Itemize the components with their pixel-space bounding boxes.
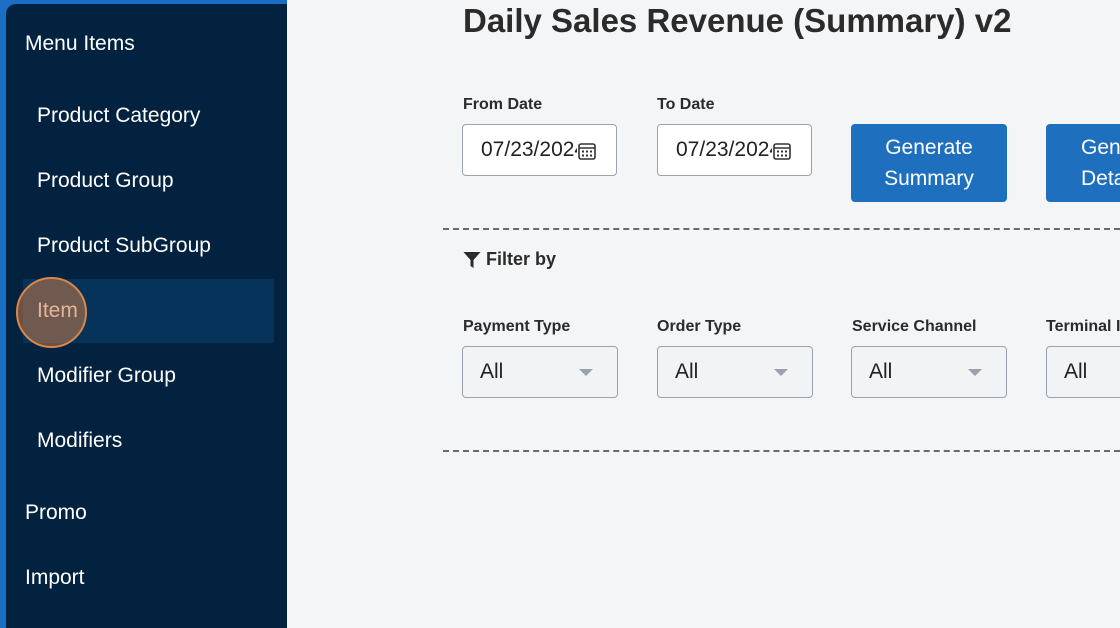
chevron-down-icon bbox=[579, 369, 593, 376]
divider bbox=[443, 450, 1120, 452]
service-channel-select[interactable]: All bbox=[851, 346, 1007, 398]
from-date-input[interactable]: 07/23/2024 bbox=[462, 124, 617, 176]
sidebar-item-modifiers[interactable]: Modifiers bbox=[6, 409, 287, 473]
sidebar-item-label: Promo bbox=[25, 501, 87, 524]
sidebar-item-product-category[interactable]: Product Category bbox=[6, 84, 287, 148]
service-channel-label: Service Channel bbox=[852, 318, 977, 335]
page-title: Daily Sales Revenue (Summary) v2 bbox=[463, 2, 1012, 39]
terminal-id-select[interactable]: All bbox=[1046, 346, 1120, 398]
filter-icon bbox=[463, 251, 481, 268]
filter-heading-label: Filter by bbox=[486, 249, 557, 269]
to-date-value: 07/23/2024 bbox=[676, 138, 772, 161]
generate-detail-button[interactable]: Generate Detail bbox=[1046, 124, 1120, 202]
to-date-label: To Date bbox=[657, 96, 715, 113]
from-date-label: From Date bbox=[463, 96, 543, 113]
sidebar: Menu Items Product Category Product Grou… bbox=[6, 4, 287, 628]
payment-type-select[interactable]: All bbox=[462, 346, 618, 398]
sidebar-item-label: Item bbox=[37, 299, 78, 322]
order-type-select[interactable]: All bbox=[657, 346, 813, 398]
sidebar-item-label: Product SubGroup bbox=[37, 234, 211, 257]
chevron-down-icon bbox=[968, 369, 982, 376]
order-type-value: All bbox=[675, 360, 699, 383]
sidebar-item-product-subgroup[interactable]: Product SubGroup bbox=[6, 214, 287, 278]
calendar-icon[interactable] bbox=[578, 142, 596, 160]
service-channel-value: All bbox=[869, 360, 893, 383]
sidebar-item-promo[interactable]: Promo bbox=[6, 481, 287, 545]
sidebar-item-label: Product Category bbox=[37, 104, 201, 127]
sidebar-item-modifier-group[interactable]: Modifier Group bbox=[6, 344, 287, 408]
payment-type-value: All bbox=[480, 360, 504, 383]
from-date-value: 07/23/2024 bbox=[481, 138, 577, 161]
generate-summary-button[interactable]: Generate Summary bbox=[851, 124, 1007, 202]
sidebar-item-label: Menu Items bbox=[25, 32, 135, 55]
order-type-label: Order Type bbox=[657, 318, 742, 335]
sidebar-item-item[interactable]: Item bbox=[23, 279, 274, 343]
sidebar-item-product-group[interactable]: Product Group bbox=[6, 149, 287, 213]
sidebar-item-menu-items[interactable]: Menu Items bbox=[6, 12, 287, 76]
divider bbox=[443, 228, 1120, 230]
terminal-id-label: Terminal ID bbox=[1046, 318, 1120, 335]
sidebar-item-label: Product Group bbox=[37, 169, 174, 192]
calendar-icon[interactable] bbox=[773, 142, 791, 160]
to-date-input[interactable]: 07/23/2024 bbox=[657, 124, 812, 176]
terminal-id-value: All bbox=[1064, 360, 1088, 383]
filter-heading: Filter by bbox=[463, 249, 556, 270]
sidebar-item-import[interactable]: Import bbox=[6, 546, 287, 610]
payment-type-label: Payment Type bbox=[463, 318, 571, 335]
sidebar-item-label: Modifiers bbox=[37, 429, 123, 452]
sidebar-item-label: Modifier Group bbox=[37, 364, 176, 387]
sidebar-item-label: Import bbox=[25, 566, 85, 589]
chevron-down-icon bbox=[774, 369, 788, 376]
